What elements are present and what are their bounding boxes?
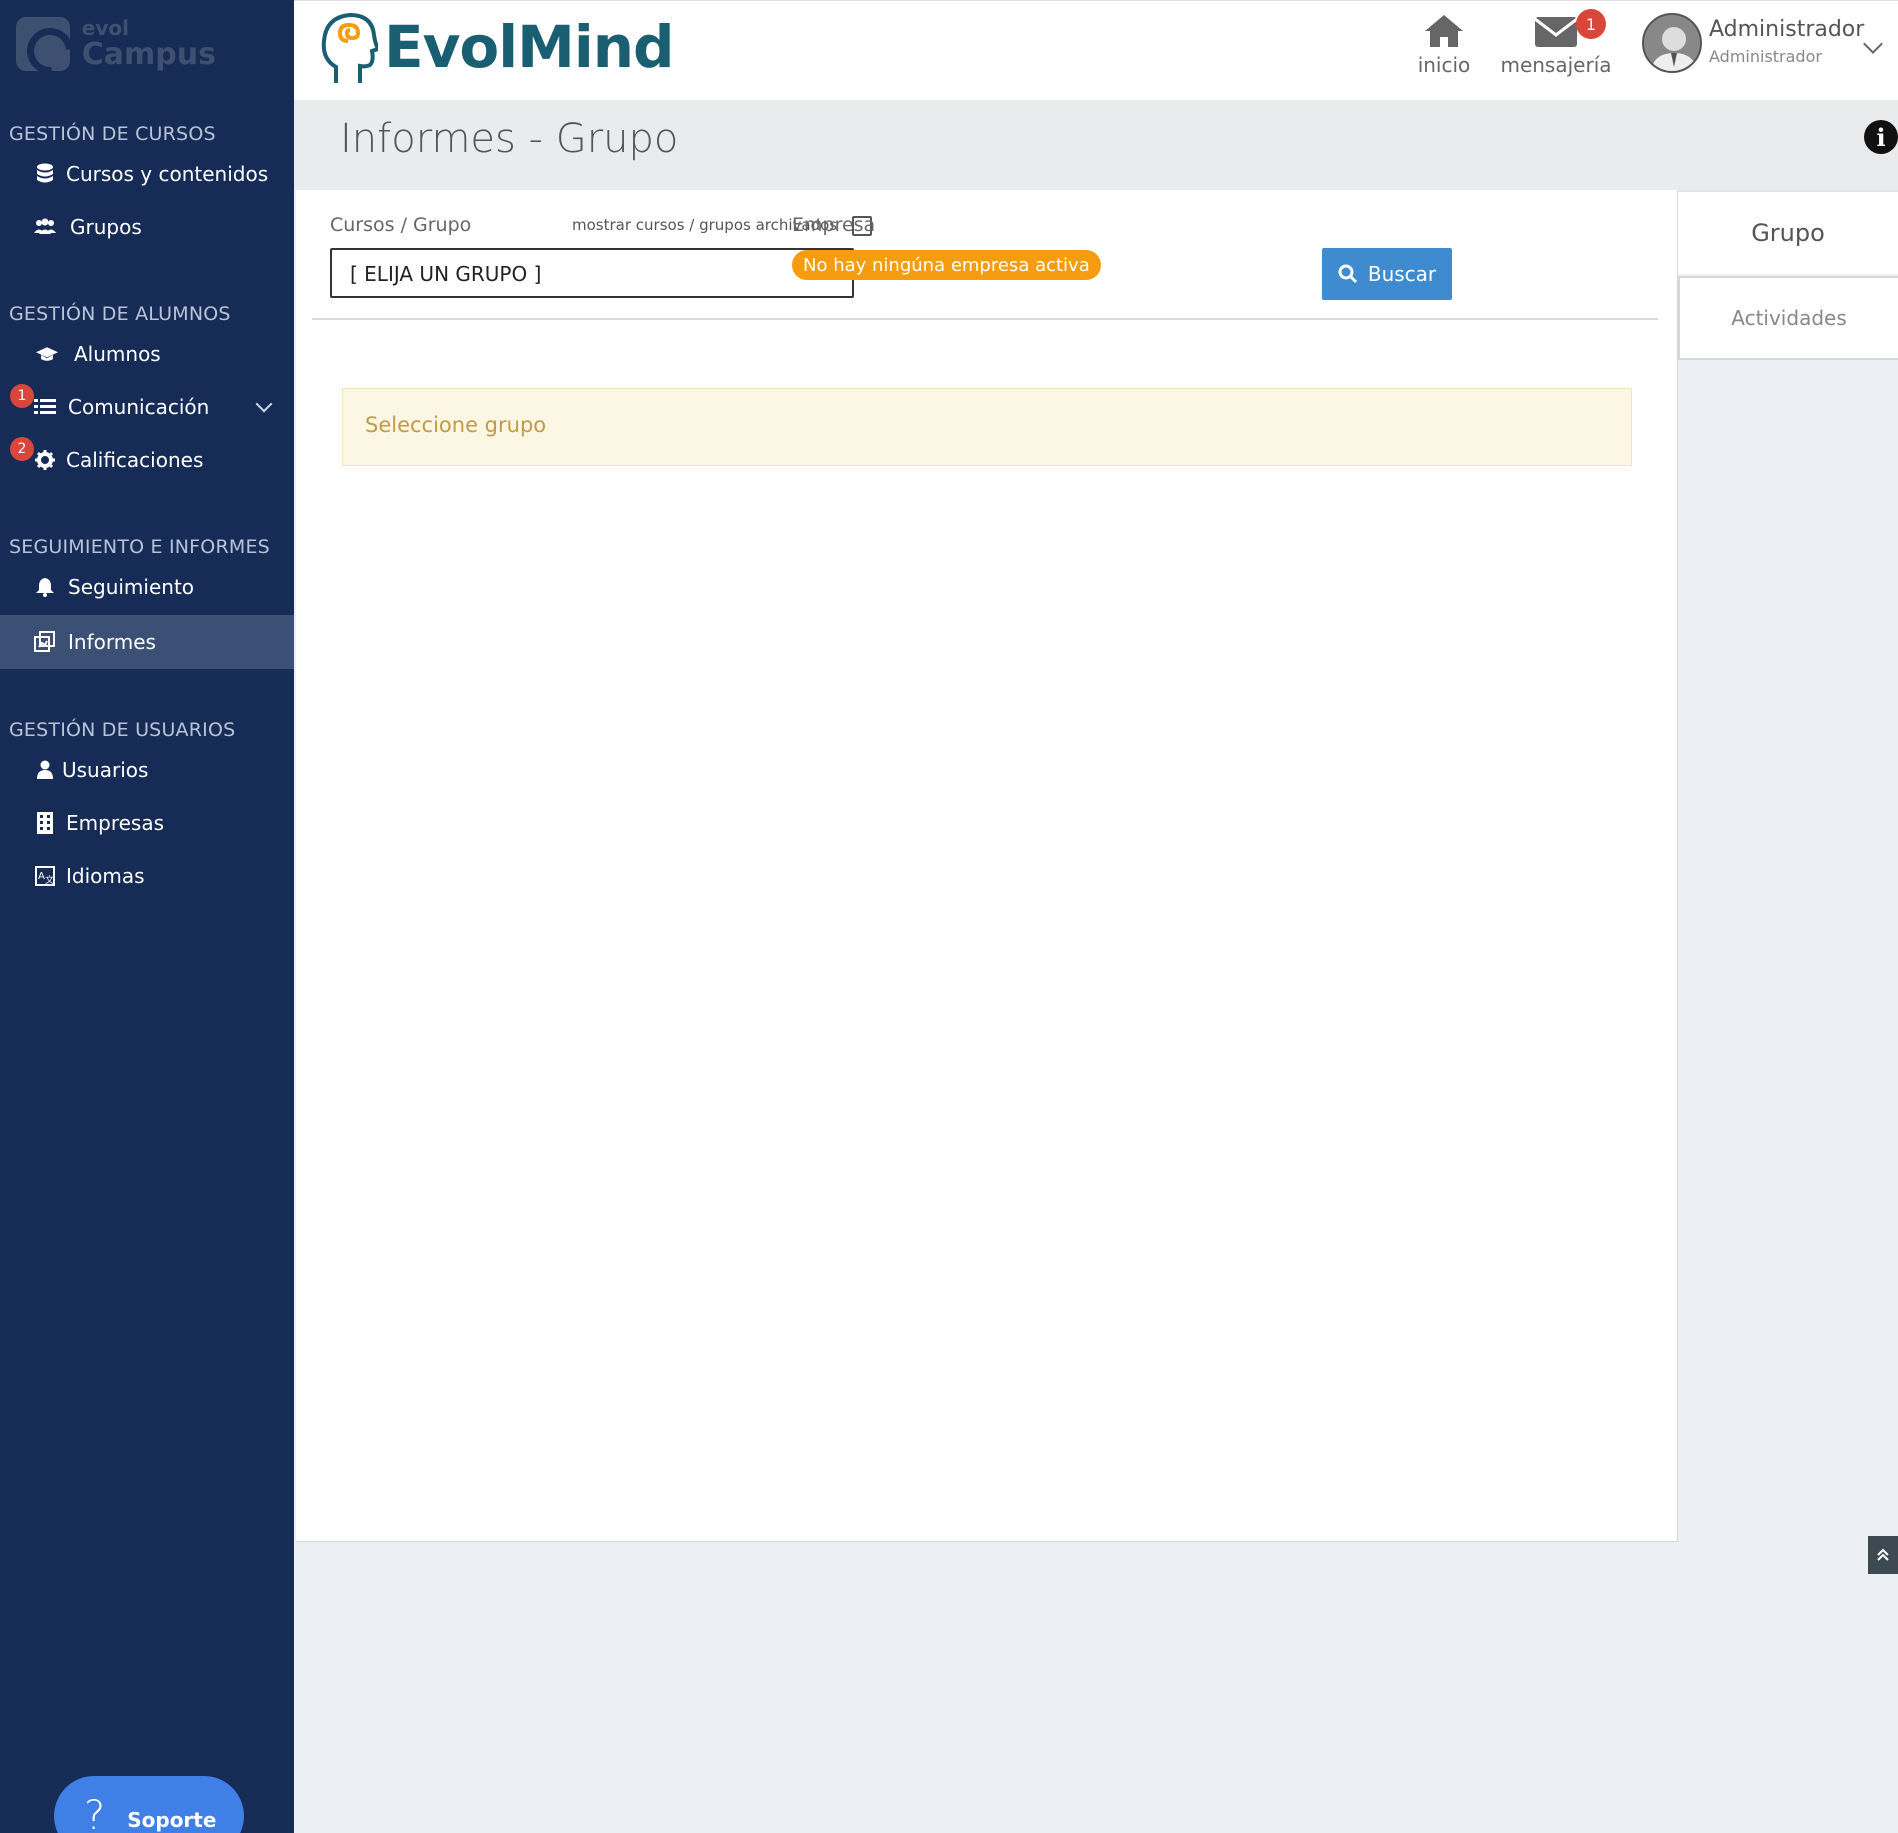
notification-badge: 1 xyxy=(10,384,34,408)
sidebar-item-label: Grupos xyxy=(70,215,142,239)
gear-icon xyxy=(34,449,56,471)
sidebar-item-label: Seguimiento xyxy=(68,575,195,599)
sidebar-item-alumnos[interactable]: Alumnos xyxy=(0,327,294,381)
top-header: EvolMind inicio 1 mensajería Administrad… xyxy=(294,0,1898,100)
building-icon xyxy=(34,812,56,834)
chevron-down-icon[interactable] xyxy=(255,395,273,413)
sidebar-item-usuarios[interactable]: Usuarios xyxy=(0,743,294,797)
home-icon xyxy=(1404,13,1484,49)
user-name[interactable]: Administrador xyxy=(1709,17,1864,42)
main-panel: Cursos / Grupo mostrar cursos / grupos a… xyxy=(296,190,1678,1542)
messages-badge: 1 xyxy=(1576,9,1606,39)
sidebar-item-comunicacion[interactable]: 1 Comunicación xyxy=(0,380,294,434)
sidebar-item-cursos-contenidos[interactable]: Cursos y contenidos xyxy=(0,147,294,201)
brand-bottom-text: Campus xyxy=(81,37,216,72)
double-chevron-up-icon xyxy=(1877,1548,1889,1561)
sidebar-item-empresas[interactable]: Empresas xyxy=(0,796,294,850)
page-title-bar: Informes - Grupo i xyxy=(294,100,1898,190)
messages-label: mensajería xyxy=(1500,53,1612,77)
svg-text:文: 文 xyxy=(45,874,54,886)
sidebar-item-label: Informes xyxy=(68,630,156,654)
sidebar-item-idiomas[interactable]: A文 Idiomas xyxy=(0,849,294,903)
scroll-top-button[interactable] xyxy=(1868,1536,1898,1574)
group-select-value: [ ELIJA UN GRUPO ] xyxy=(350,262,542,286)
sidebar-item-label: Comunicación xyxy=(68,395,210,419)
search-button[interactable]: Buscar xyxy=(1322,248,1452,300)
courses-group-label: Cursos / Grupo xyxy=(330,214,472,236)
page-title: Informes - Grupo xyxy=(340,116,679,162)
brand-logo[interactable]: evol Campus xyxy=(16,12,216,76)
home-label: inicio xyxy=(1417,53,1471,77)
tab-grupo[interactable]: Grupo xyxy=(1678,190,1898,274)
avatar[interactable] xyxy=(1642,13,1702,73)
sidebar-item-label: Usuarios xyxy=(62,758,149,782)
sidebar-item-grupos[interactable]: Grupos xyxy=(0,200,294,254)
logo-wordmark: EvolMind xyxy=(384,13,675,81)
section-title-seguimiento: SEGUIMIENTO E INFORMES xyxy=(9,536,270,558)
list-icon xyxy=(34,396,56,418)
chevron-down-icon[interactable] xyxy=(1863,34,1883,54)
section-title-alumnos: GESTIÓN DE ALUMNOS xyxy=(9,303,231,325)
sidebar-item-label: Alumnos xyxy=(74,342,161,366)
section-title-usuarios: GESTIÓN DE USUARIOS xyxy=(9,719,236,741)
head-logo-icon xyxy=(318,11,381,83)
evolmind-logo[interactable]: EvolMind xyxy=(318,11,675,83)
user-role: Administrador xyxy=(1709,47,1822,66)
company-label: Empresa xyxy=(792,214,876,236)
svg-text:A: A xyxy=(38,871,45,882)
company-status-badge: No hay ningúna empresa activa xyxy=(792,250,1101,280)
sidebar-item-seguimiento[interactable]: Seguimiento xyxy=(0,560,294,614)
sidebar-item-label: Calificaciones xyxy=(66,448,204,472)
info-icon[interactable]: i xyxy=(1864,120,1898,154)
section-title-cursos: GESTIÓN DE CURSOS xyxy=(9,123,216,145)
filter-form: Cursos / Grupo mostrar cursos / grupos a… xyxy=(312,190,1658,320)
report-tabs: Grupo Actividades xyxy=(1678,190,1898,360)
tab-actividades[interactable]: Actividades xyxy=(1678,276,1898,360)
sidebar-item-label: Cursos y contenidos xyxy=(66,162,269,186)
notification-badge: 2 xyxy=(10,437,34,461)
sidebar-item-calificaciones[interactable]: 2 Calificaciones xyxy=(0,433,294,487)
search-icon xyxy=(1338,264,1357,284)
user-icon xyxy=(34,759,56,781)
sidebar: evol Campus GESTIÓN DE CURSOS Cursos y c… xyxy=(0,0,294,1833)
sidebar-item-label: Idiomas xyxy=(66,864,145,888)
group-select[interactable]: [ ELIJA UN GRUPO ] xyxy=(330,248,854,298)
support-button[interactable]: ? Soporte xyxy=(54,1776,244,1833)
bell-icon xyxy=(34,576,56,598)
sidebar-item-informes[interactable]: Informes xyxy=(0,615,294,669)
users-icon xyxy=(34,216,56,238)
graduation-cap-icon xyxy=(36,343,58,365)
evol-campus-logo-icon xyxy=(16,17,70,71)
alert-text: Seleccione grupo xyxy=(365,413,547,437)
database-icon xyxy=(34,163,56,185)
home-link[interactable]: inicio xyxy=(1404,13,1484,77)
search-button-label: Buscar xyxy=(1367,262,1437,286)
language-icon: A文 xyxy=(34,865,56,887)
help-icon: ? xyxy=(84,1793,106,1833)
report-icon xyxy=(34,631,56,653)
brand-top-text: evol xyxy=(81,16,129,40)
select-group-alert: Seleccione grupo xyxy=(342,388,1632,466)
messages-link[interactable]: 1 mensajería xyxy=(1496,9,1616,77)
sidebar-item-label: Empresas xyxy=(66,811,164,835)
support-label: Soporte xyxy=(127,1808,217,1832)
